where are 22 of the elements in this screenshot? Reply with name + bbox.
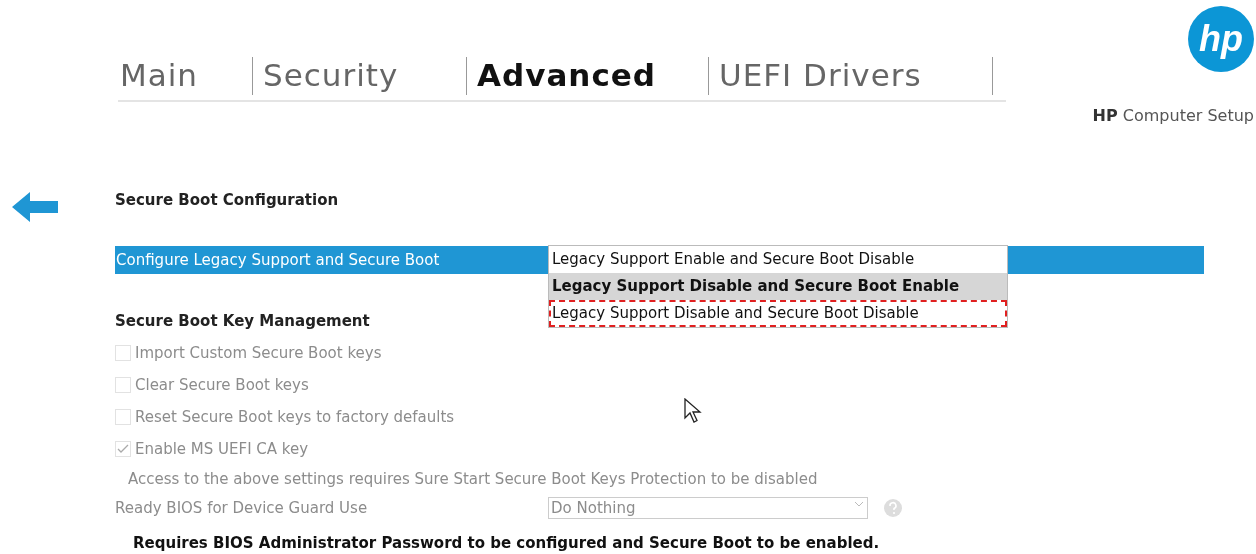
- checkbox-label: Clear Secure Boot keys: [135, 376, 309, 394]
- dropdown-option[interactable]: Legacy Support Enable and Secure Boot Disable: [549, 246, 1007, 273]
- dropdown-option[interactable]: Legacy Support Disable and Secure Boot Disable: [549, 300, 1007, 327]
- caret-icon: [855, 502, 863, 507]
- section-title: Secure Boot Key Management: [115, 311, 370, 331]
- tab[interactable]: Main: [118, 55, 252, 95]
- hp-logo: hp: [1188, 6, 1254, 72]
- section-title: Secure Boot Configuration: [115, 190, 339, 210]
- app-title: HP Computer Setup: [1092, 106, 1254, 125]
- checkbox-label: Import Custom Secure Boot keys: [135, 344, 382, 362]
- tab[interactable]: UEFI Drivers: [717, 55, 992, 95]
- setting-label: Ready BIOS for Device Guard Use: [115, 499, 369, 517]
- checkbox-label: Reset Secure Boot keys to factory defaults: [135, 408, 455, 426]
- back-arrow-icon[interactable]: [12, 192, 58, 222]
- cursor-icon: [684, 398, 702, 424]
- tab[interactable]: Advanced: [475, 55, 708, 95]
- help-icon[interactable]: [883, 498, 903, 518]
- dropdown-option[interactable]: Legacy Support Disable and Secure Boot Enable: [549, 273, 1007, 300]
- requirement-note: Requires BIOS Administrator Password to be configured and Secure Boot to be enabled.: [133, 534, 880, 552]
- tab[interactable]: Security: [261, 55, 466, 95]
- checkbox-label: Enable MS UEFI CA key: [135, 440, 309, 458]
- info-note: Access to the above settings requires Sure Start Secure Boot Keys Protection to be disabled: [128, 470, 818, 488]
